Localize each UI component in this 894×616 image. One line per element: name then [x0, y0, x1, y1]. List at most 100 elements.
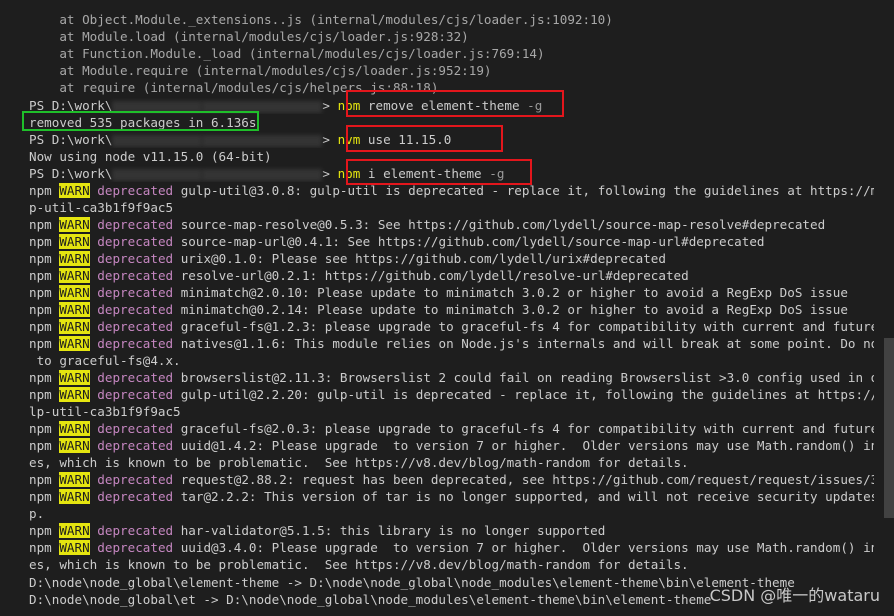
deprecated-label: deprecated [97, 370, 174, 385]
warn-badge: WARN [59, 523, 90, 538]
npm-label: npm [29, 251, 52, 266]
npm-label: npm [29, 268, 52, 283]
warning-text: source-map-resolve@0.5.3: See https://gi… [173, 217, 826, 232]
npm-label: npm [29, 370, 52, 385]
prompt-text: PS D:\work\ [29, 132, 113, 147]
warning-text: request@2.88.2: request has been depreca… [173, 472, 874, 487]
deprecated-label: deprecated [97, 234, 174, 249]
redacted-path [112, 134, 203, 147]
npm-warning-line: npm WARN deprecated source-map-url@0.4.1… [29, 233, 874, 250]
npm-label: npm [29, 438, 52, 453]
prompt-end: > [322, 166, 338, 181]
warn-badge: WARN [59, 387, 90, 402]
warn-badge: WARN [59, 251, 90, 266]
warn-badge: WARN [59, 438, 90, 453]
warn-badge: WARN [59, 217, 90, 232]
warn-badge: WARN [59, 285, 90, 300]
warning-text: uuid@3.4.0: Please upgrade to version 7 … [173, 540, 874, 555]
deprecated-label: deprecated [97, 319, 174, 334]
warning-text: graceful-fs@2.0.3: please upgrade to gra… [173, 421, 874, 436]
terminal-output[interactable]: at Object.Module._extensions..js (intern… [0, 0, 880, 616]
npm-warning-line: npm WARN deprecated resolve-url@0.2.1: h… [29, 267, 874, 284]
npm-label: npm [29, 183, 52, 198]
redacted-path [202, 134, 323, 147]
warn-badge: WARN [59, 336, 90, 351]
npm-warning-line: npm WARN deprecated source-map-resolve@0… [29, 216, 874, 233]
deprecated-label: deprecated [97, 472, 174, 487]
redacted-path [202, 168, 323, 181]
warning-text: har-validator@5.1.5: this library is no … [173, 523, 606, 538]
deprecated-label: deprecated [97, 438, 174, 453]
deprecated-label: deprecated [97, 387, 174, 402]
warning-text: minimatch@2.0.10: Please update to minim… [173, 285, 848, 300]
warning-text: resolve-url@0.2.1: https://github.com/ly… [173, 268, 689, 283]
warn-badge: WARN [59, 302, 90, 317]
warn-badge: WARN [59, 370, 90, 385]
deprecated-label: deprecated [97, 540, 174, 555]
warning-text: minimatch@0.2.14: Please update to minim… [173, 302, 848, 317]
prompt-end: > [322, 98, 338, 113]
highlight-nvm-command [346, 125, 503, 152]
npm-label: npm [29, 285, 52, 300]
highlight-install-command [346, 159, 532, 185]
npm-warning-line: npm WARN deprecated minimatch@0.2.14: Pl… [29, 301, 874, 318]
deprecated-label: deprecated [97, 489, 174, 504]
highlight-remove-command [346, 90, 564, 117]
warning-text: gulp-util@2.2.20: gulp-util is deprecate… [173, 387, 874, 402]
stack-trace-line: at Module.load (internal/modules/cjs/loa… [29, 29, 469, 44]
npm-label: npm [29, 217, 52, 232]
scrollbar-thumb[interactable] [884, 338, 894, 518]
npm-warning-line: npm WARN deprecated minimatch@2.0.10: Pl… [29, 284, 874, 301]
warning-text: gulp-util@3.0.8: gulp-util is deprecated… [173, 183, 874, 198]
scrollbar-track[interactable] [882, 0, 894, 616]
npm-warning-line: npm WARN deprecated urix@0.1.0: Please s… [29, 250, 874, 267]
npm-warning-continuation: p. [29, 506, 45, 521]
stack-trace-line: at Object.Module._extensions..js (intern… [29, 12, 613, 27]
npm-label: npm [29, 523, 52, 538]
warning-text: source-map-url@0.4.1: See https://github… [173, 234, 765, 249]
stack-trace-line: at Module.require (internal/modules/cjs/… [29, 63, 492, 78]
npm-warning-line: npm WARN deprecated uuid@1.4.2: Please u… [29, 437, 874, 454]
watermark: CSDN @唯一的wataru [709, 586, 880, 605]
deprecated-label: deprecated [97, 285, 174, 300]
deprecated-label: deprecated [97, 302, 174, 317]
npm-label: npm [29, 472, 52, 487]
npm-warning-line: npm WARN deprecated gulp-util@2.2.20: gu… [29, 386, 874, 403]
npm-warning-line: npm WARN deprecated request@2.88.2: requ… [29, 471, 874, 488]
warning-text: natives@1.1.6: This module relies on Nod… [173, 336, 874, 351]
warning-text: tar@2.2.2: This version of tar is no lon… [173, 489, 874, 504]
warn-badge: WARN [59, 319, 90, 334]
npm-label: npm [29, 319, 52, 334]
deprecated-label: deprecated [97, 421, 174, 436]
warn-badge: WARN [59, 489, 90, 504]
deprecated-label: deprecated [97, 251, 174, 266]
warn-badge: WARN [59, 472, 90, 487]
warning-text: uuid@1.4.2: Please upgrade to version 7 … [173, 438, 874, 453]
prompt-end: > [322, 132, 338, 147]
npm-label: npm [29, 234, 52, 249]
npm-warning-continuation: to graceful-fs@4.x. [29, 353, 181, 368]
warn-badge: WARN [59, 268, 90, 283]
warning-text: urix@0.1.0: Please see https://github.co… [173, 251, 666, 266]
npm-label: npm [29, 540, 52, 555]
deprecated-label: deprecated [97, 183, 174, 198]
npm-label: npm [29, 421, 52, 436]
npm-warning-continuation: lp-util-ca3b1f9f9ac5 [29, 404, 181, 419]
npm-warning-line: npm WARN deprecated uuid@3.4.0: Please u… [29, 539, 874, 556]
npm-warning-continuation: es, which is known to be problematic. Se… [29, 557, 689, 572]
deprecated-label: deprecated [97, 217, 174, 232]
warn-badge: WARN [59, 183, 90, 198]
npm-label: npm [29, 387, 52, 402]
warn-badge: WARN [59, 421, 90, 436]
deprecated-label: deprecated [97, 523, 174, 538]
npm-label: npm [29, 302, 52, 317]
npm-warning-line: npm WARN deprecated graceful-fs@2.0.3: p… [29, 420, 874, 437]
npm-warning-line: npm WARN deprecated har-validator@5.1.5:… [29, 522, 874, 539]
npm-warning-continuation: p-util-ca3b1f9f9ac5 [29, 200, 174, 215]
npm-label: npm [29, 336, 52, 351]
warn-badge: WARN [59, 234, 90, 249]
redacted-path [112, 168, 203, 181]
warn-badge: WARN [59, 540, 90, 555]
npm-warning-line: npm WARN deprecated natives@1.1.6: This … [29, 335, 874, 352]
npm-warning-line: npm WARN deprecated graceful-fs@1.2.3: p… [29, 318, 874, 335]
